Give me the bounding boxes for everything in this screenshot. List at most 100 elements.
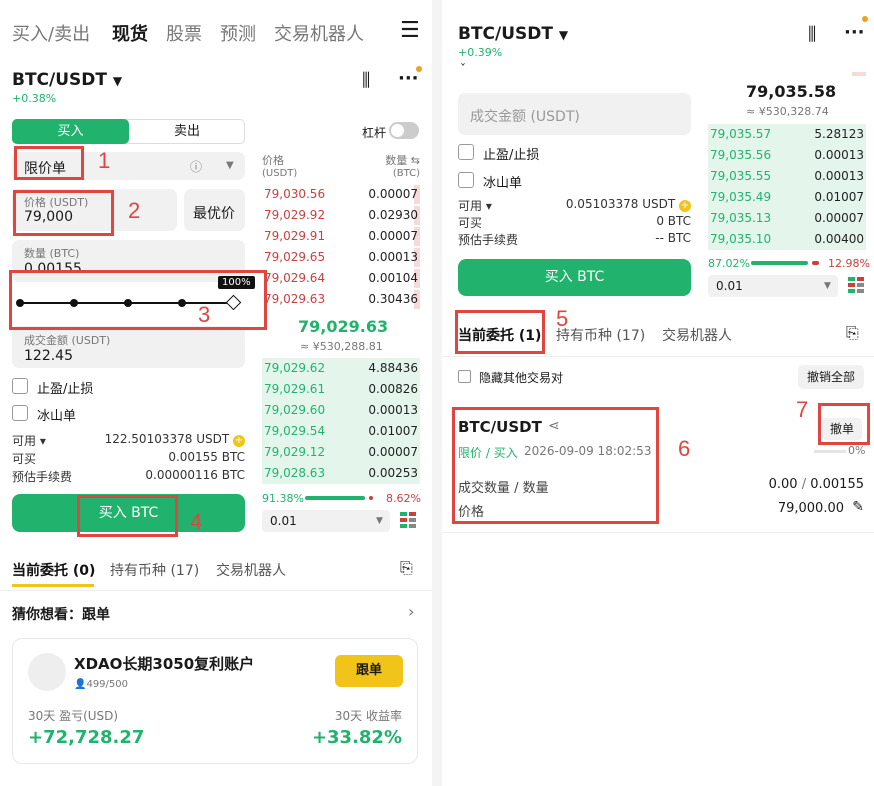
tp-sl-checkbox[interactable] — [12, 378, 28, 394]
menu-icon[interactable]: ☰ — [400, 18, 420, 43]
more-icon[interactable]: ··· — [398, 68, 419, 89]
tab-bots[interactable]: 交易机器人 — [662, 325, 732, 345]
tab-open-orders[interactable]: 当前委托 (0) — [12, 560, 95, 580]
book-row[interactable]: 79,035.55 0.00013 — [708, 166, 866, 187]
book-row[interactable]: 79,029.61 0.00826 — [262, 379, 420, 400]
annotation-num-7: 7 — [796, 397, 809, 422]
book-row[interactable]: 79,029.63 0.30436 — [262, 289, 420, 310]
tab-stocks[interactable]: 股票 — [166, 20, 202, 46]
book-row[interactable]: 79,035.13 0.00007 — [708, 208, 866, 229]
book-row[interactable]: 79,035.10 0.00400 — [708, 229, 866, 250]
user-icon: 👤 — [74, 679, 87, 690]
book-price: 79,035.55 — [710, 169, 772, 183]
book-price-header: 价格 — [262, 154, 284, 167]
price-change: +0.38% — [12, 92, 57, 105]
fill-progress-pct: 0% — [848, 444, 866, 457]
book-row[interactable]: 79,035.57 5.28123 — [708, 124, 866, 145]
annotation-box-7 — [818, 403, 870, 445]
edit-icon[interactable]: ✎ — [852, 499, 864, 515]
book-price: 79,035.49 — [710, 190, 772, 204]
chevron-right-icon[interactable]: › — [408, 602, 414, 621]
info-icon[interactable]: ⓘ — [190, 158, 202, 175]
sell-side-button[interactable]: 卖出 — [129, 119, 245, 144]
annotation-num-2: 2 — [128, 198, 141, 223]
book-row[interactable]: 79,028.63 0.00253 — [262, 463, 420, 484]
order-price-value: 79,000.00 — [777, 501, 844, 516]
tp-sl-label: 止盈/止损 — [37, 382, 94, 397]
leverage-toggle[interactable] — [389, 122, 419, 139]
sell-ratio-pct: 12.98% — [828, 257, 870, 270]
book-row[interactable]: 79,029.12 0.00007 — [262, 442, 420, 463]
book-row[interactable]: 79,029.91 0.00007 — [262, 226, 420, 247]
buy-side-button[interactable]: 买入 — [12, 119, 129, 144]
chevron-down-icon[interactable]: ˇ — [460, 62, 466, 76]
book-price: 79,029.61 — [264, 382, 326, 396]
book-price: 79,029.54 — [264, 424, 326, 438]
ratio-bar — [305, 496, 373, 500]
cancel-all-button[interactable]: 撤销全部 — [798, 365, 864, 389]
hide-others-checkbox[interactable] — [458, 370, 471, 383]
book-layout-icon[interactable] — [848, 277, 864, 293]
book-qty: 0.00253 — [368, 466, 418, 480]
order-history-icon[interactable]: ⎘ — [400, 558, 413, 578]
fill-progress-bar — [814, 450, 846, 453]
info-key: 可买 — [458, 216, 483, 230]
book-qty-header[interactable]: 数量 ⇆ — [385, 152, 420, 168]
pair-selector[interactable]: BTC/USDT ▼ — [12, 70, 122, 90]
bid-list: 79,035.57 5.28123 79,035.56 0.00013 79,035.5… — [708, 124, 866, 250]
add-funds-icon[interactable]: + — [233, 435, 245, 447]
right-screen: BTC/USDT ▼ +0.39% ˇ ⫼ ··· 成交金额 (USDT) 止盈… — [442, 0, 874, 786]
info-value: 0.05103378 USDT — [565, 197, 676, 211]
book-row[interactable]: 79,035.56 0.00013 — [708, 145, 866, 166]
annotation-num-5: 5 — [556, 306, 569, 331]
book-price: 79,035.10 — [710, 232, 772, 246]
add-funds-icon[interactable]: + — [679, 200, 691, 212]
info-key: 可用 ▾ — [458, 199, 492, 213]
mid-price-cny: ≈ ¥530,288.81 — [300, 340, 383, 353]
iceberg-checkbox[interactable] — [12, 405, 28, 421]
book-row[interactable]: 79,029.60 0.00013 — [262, 400, 420, 421]
left-screen: 买入/卖出 现货 股票 预测 交易机器人 ☰ BTC/USDT ▼ +0.38%… — [0, 0, 432, 786]
sell-ratio-bar — [369, 496, 373, 500]
book-row[interactable]: 79,029.65 0.00013 — [262, 247, 420, 268]
book-row[interactable]: 79,029.64 0.00104 — [262, 268, 420, 289]
info-row-buyable: 可买 0.00155 BTC — [12, 450, 245, 468]
followers-value: 499/500 — [86, 679, 128, 690]
buy-btc-button[interactable]: 买入 BTC — [458, 259, 691, 296]
tab-buy-sell[interactable]: 买入/卖出 — [12, 20, 90, 46]
book-layout-icon[interactable] — [400, 512, 416, 528]
book-price: 79,029.12 — [264, 445, 326, 459]
tab-predict[interactable]: 预测 — [220, 20, 256, 46]
card-name: XDAO长期3050复利账户 — [74, 655, 255, 673]
annotation-box-2 — [13, 190, 114, 236]
tab-spot[interactable]: 现货 — [112, 20, 148, 46]
notification-dot — [416, 66, 422, 72]
book-price: 79,029.92 — [264, 208, 326, 222]
book-qty: 0.01007 — [368, 424, 418, 438]
iceberg-checkbox[interactable] — [458, 172, 474, 188]
chevron-down-icon: ▼ — [226, 160, 234, 171]
tab-bots[interactable]: 交易机器人 — [216, 560, 286, 580]
book-row[interactable]: 79,030.56 0.00007 — [262, 184, 420, 205]
tab-holdings[interactable]: 持有币种 (17) — [556, 325, 645, 345]
info-value: 0 BTC — [656, 214, 691, 228]
follow-button[interactable]: 跟单 — [335, 655, 403, 687]
book-price: 79,029.63 — [264, 292, 326, 306]
more-icon[interactable]: ··· — [844, 22, 865, 43]
tab-trading-bot[interactable]: 交易机器人 — [274, 20, 364, 46]
book-qty: 0.00007 — [814, 211, 864, 225]
book-price: 79,028.63 — [264, 466, 326, 480]
tab-holdings[interactable]: 持有币种 (17) — [110, 560, 199, 580]
annotation-box-5 — [455, 310, 545, 354]
book-row[interactable]: 79,029.62 4.88436 — [262, 358, 420, 379]
book-row[interactable]: 79,029.54 0.01007 — [262, 421, 420, 442]
candlestick-icon[interactable]: ⫼ — [362, 70, 370, 91]
book-qty: 0.30436 — [368, 292, 418, 306]
book-row[interactable]: 79,035.49 0.01007 — [708, 187, 866, 208]
tp-sl-checkbox[interactable] — [458, 144, 474, 160]
order-history-icon[interactable]: ⎘ — [846, 323, 859, 343]
book-row[interactable]: 79,029.92 0.02930 — [262, 205, 420, 226]
candlestick-icon[interactable]: ⫼ — [808, 24, 816, 45]
pair-selector[interactable]: BTC/USDT ▼ — [458, 24, 568, 44]
book-price: 79,029.62 — [264, 361, 326, 375]
